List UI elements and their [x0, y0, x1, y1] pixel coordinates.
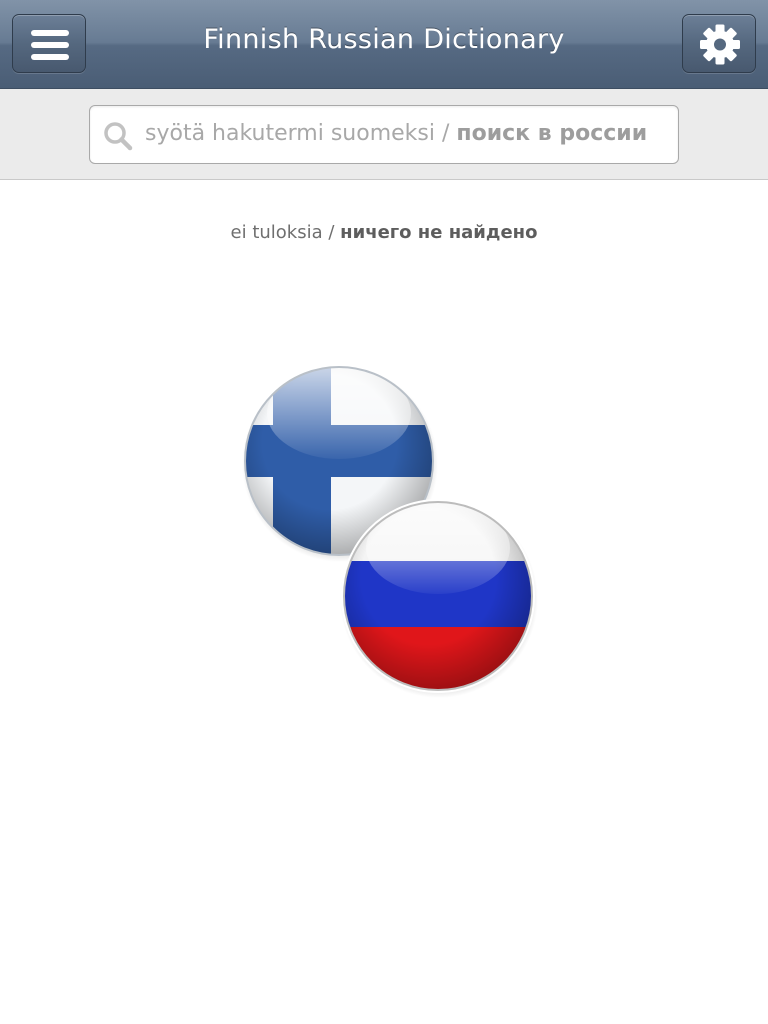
app-root: Finnish Russian Dictionary syötä hakuter… [0, 0, 768, 1024]
settings-button[interactable] [682, 14, 756, 73]
header-bar: Finnish Russian Dictionary [0, 0, 768, 89]
search-placeholder-fi: syötä hakutermi suomeksi / [145, 121, 450, 146]
flags-illustration [235, 355, 545, 705]
menu-button[interactable] [12, 14, 86, 73]
page-title: Finnish Russian Dictionary [203, 24, 565, 55]
search-icon [104, 122, 133, 151]
no-results-fi: ei tuloksia / [230, 222, 335, 243]
search-input[interactable]: syötä hakutermi suomeksi / поиск в росси… [89, 105, 679, 164]
gear-icon [700, 24, 740, 65]
search-placeholder-ru: поиск в россии [456, 121, 648, 146]
search-bar: syötä hakutermi suomeksi / поиск в росси… [0, 89, 768, 180]
no-results-ru: ничего не найдено [340, 222, 538, 243]
hamburger-menu-icon [31, 30, 69, 60]
no-results-message: ei tuloksia / ничего не найдено [0, 222, 768, 243]
search-placeholder: syötä hakutermi suomeksi / поиск в росси… [145, 121, 647, 146]
